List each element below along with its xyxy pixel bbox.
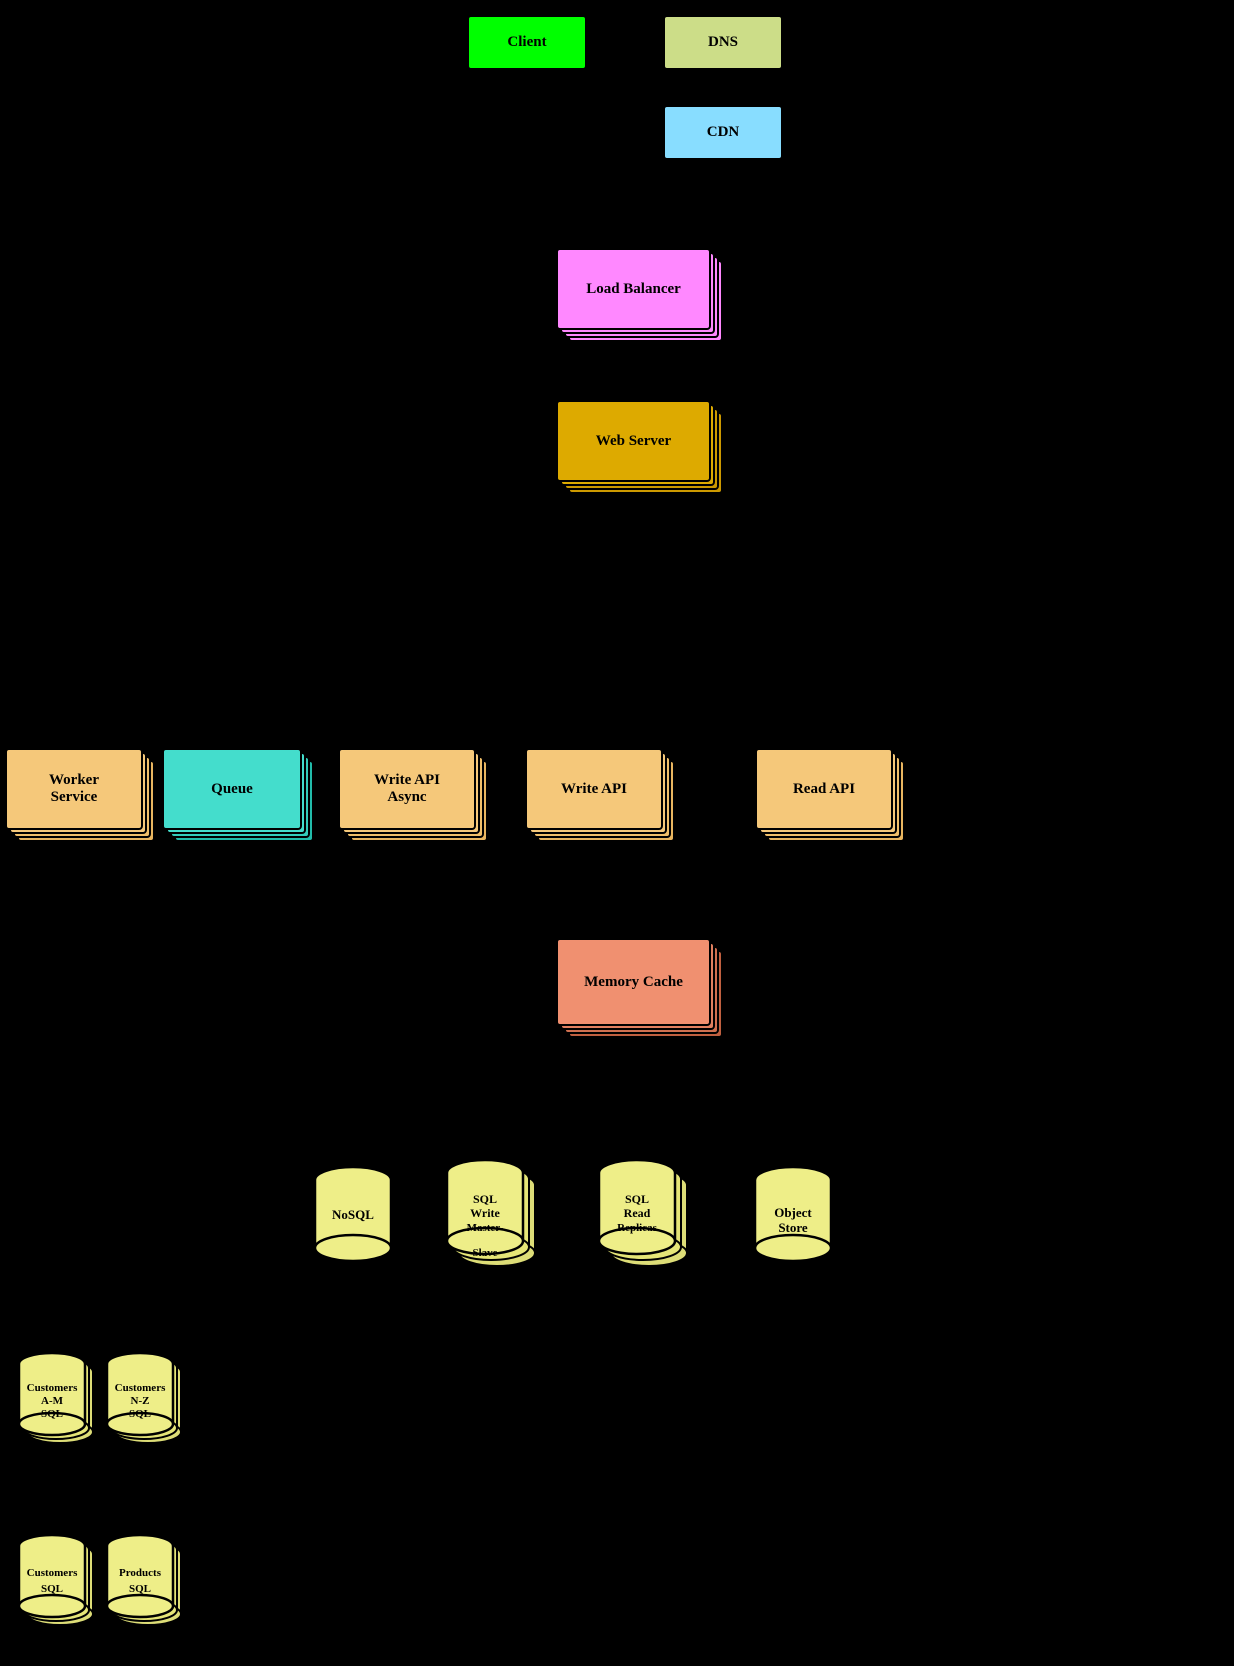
svg-text:Replicas: Replicas xyxy=(617,1222,657,1234)
read-api-stack: Read API xyxy=(755,748,915,848)
dns-label: DNS xyxy=(708,34,738,51)
dns-node: DNS xyxy=(663,15,783,70)
read-api-card-front: Read API xyxy=(755,748,893,830)
svg-text:SQL: SQL xyxy=(41,1408,63,1420)
svg-text:Customers: Customers xyxy=(27,1382,78,1394)
svg-text:SQL: SQL xyxy=(129,1583,151,1595)
svg-text:Customers: Customers xyxy=(27,1567,78,1579)
svg-text:Write: Write xyxy=(470,1206,500,1220)
svg-text:Customers: Customers xyxy=(115,1382,166,1394)
worker-service-stack: WorkerService xyxy=(5,748,165,848)
svg-text:SQL: SQL xyxy=(41,1583,63,1595)
client-node: Client xyxy=(467,15,587,70)
write-api-async-stack: Write APIAsync xyxy=(338,748,498,848)
nosql-cylinder: NoSQL xyxy=(308,1162,398,1272)
load-balancer-card-front: Load Balancer xyxy=(556,248,711,330)
svg-text:NoSQL: NoSQL xyxy=(332,1207,374,1222)
svg-text:SQL: SQL xyxy=(473,1192,497,1206)
cdn-node: CDN xyxy=(663,105,783,160)
svg-text:SQL: SQL xyxy=(129,1408,151,1420)
object-store-cylinder: Object Store xyxy=(748,1162,838,1272)
load-balancer-stack: Load Balancer xyxy=(556,248,731,348)
svg-text:Read: Read xyxy=(624,1206,651,1220)
queue-stack: Queue xyxy=(162,748,327,848)
write-api-card-front: Write API xyxy=(525,748,663,830)
memory-cache-card-front: Memory Cache xyxy=(556,938,711,1026)
svg-text:Store: Store xyxy=(778,1220,808,1235)
worker-service-card-front: WorkerService xyxy=(5,748,143,830)
svg-text:N-Z: N-Z xyxy=(131,1395,150,1407)
client-label: Client xyxy=(507,34,546,51)
write-api-async-card-front: Write APIAsync xyxy=(338,748,476,830)
svg-text:Products: Products xyxy=(119,1567,162,1579)
cdn-label: CDN xyxy=(707,124,740,141)
queue-card-front: Queue xyxy=(162,748,302,830)
web-server-stack: Web Server xyxy=(556,400,731,500)
write-api-stack: Write API xyxy=(525,748,685,848)
svg-text:SQL: SQL xyxy=(625,1192,649,1206)
web-server-card-front: Web Server xyxy=(556,400,711,482)
memory-cache-stack: Memory Cache xyxy=(556,938,736,1043)
svg-text:Master-: Master- xyxy=(467,1222,504,1234)
svg-text:A-M: A-M xyxy=(41,1395,64,1407)
svg-text:Object: Object xyxy=(774,1205,812,1220)
